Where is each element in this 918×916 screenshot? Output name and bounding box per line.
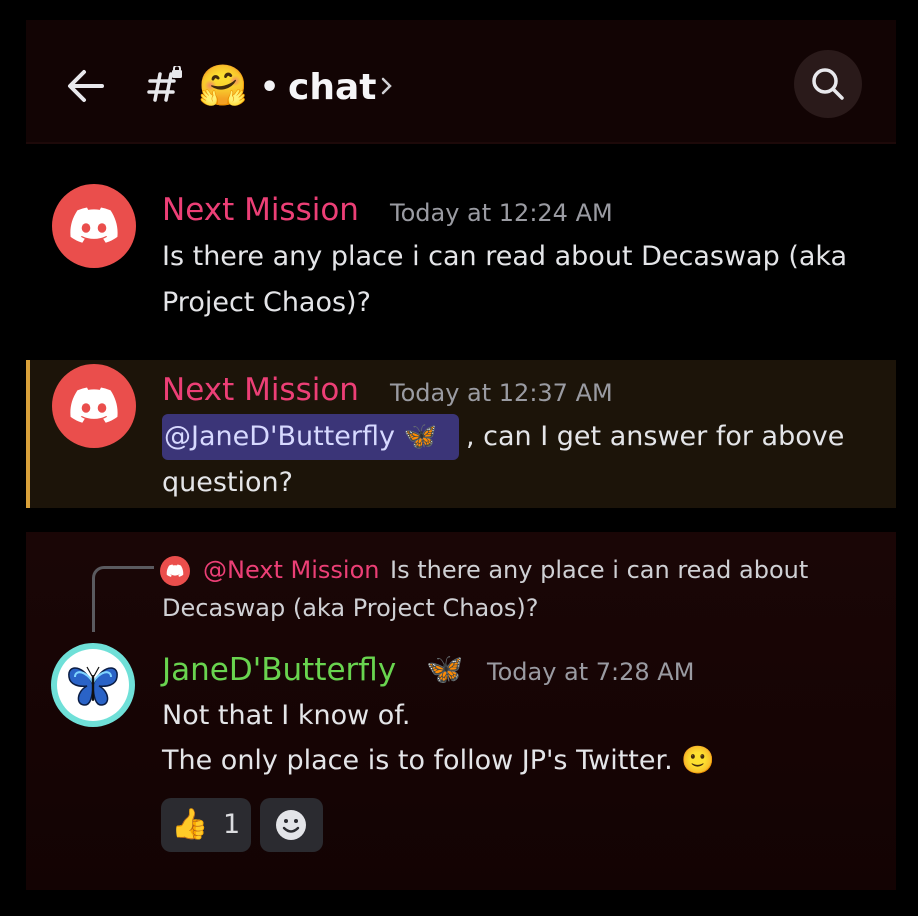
message-text-line: The only place is to follow JP's Twitter… [162, 745, 715, 776]
reply-avatar [160, 556, 190, 586]
back-button[interactable] [62, 62, 110, 110]
reaction-count: 1 [223, 809, 241, 840]
message-text-line: Is there any place i can read about Deca… [162, 241, 848, 272]
thumbs-up-icon: 👍 [171, 807, 209, 842]
add-reaction-icon [276, 810, 306, 840]
search-button[interactable] [794, 50, 862, 118]
channel-separator: • [260, 70, 280, 105]
avatar[interactable] [52, 184, 136, 268]
message-timestamp: Today at 7:28 AM [487, 658, 695, 686]
hash-lock-icon [146, 64, 186, 106]
user-mention[interactable]: @JaneD'Butterfly 🦋 [162, 414, 459, 460]
message-text-line: Not that I know of. [162, 700, 411, 731]
mention-highlight-bar [26, 360, 30, 508]
message-timestamp: Today at 12:24 AM [390, 199, 613, 227]
reaction-thumbs-up[interactable]: 👍 1 [161, 798, 251, 852]
message-text-line: , can I get answer for above [466, 421, 845, 452]
message-author[interactable]: JaneD'Butterfly [162, 650, 396, 690]
message-text-line: question? [162, 467, 293, 498]
message-author[interactable]: Next Mission [162, 190, 359, 230]
arrow-left-icon [68, 70, 104, 102]
discord-logo-icon [70, 207, 118, 243]
avatar[interactable] [51, 643, 135, 727]
author-emoji: 🦋 [426, 652, 464, 687]
butterfly-icon [68, 666, 118, 706]
channel-name[interactable]: chat [288, 64, 376, 112]
chevron-right-icon[interactable] [378, 74, 396, 98]
reply-preview-text[interactable]: Is there any place i can read about [390, 552, 808, 588]
discord-logo-icon [70, 387, 118, 423]
reply-preview-text[interactable]: Decaswap (aka Project Chaos)? [162, 590, 538, 626]
message-author[interactable]: Next Mission [162, 370, 359, 410]
message-timestamp: Today at 12:37 AM [390, 379, 613, 407]
header-divider [26, 142, 896, 144]
avatar[interactable] [52, 364, 136, 448]
add-reaction-button[interactable] [260, 798, 323, 852]
reply-connector [92, 566, 154, 632]
search-icon [812, 68, 844, 100]
message-text-line: Project Chaos)? [162, 287, 371, 318]
discord-logo-icon [166, 564, 184, 577]
channel-emoji: 🤗 [198, 63, 248, 109]
message-gap [26, 520, 896, 532]
reply-author[interactable]: @Next Mission [203, 552, 379, 588]
avatar-image [57, 649, 129, 721]
